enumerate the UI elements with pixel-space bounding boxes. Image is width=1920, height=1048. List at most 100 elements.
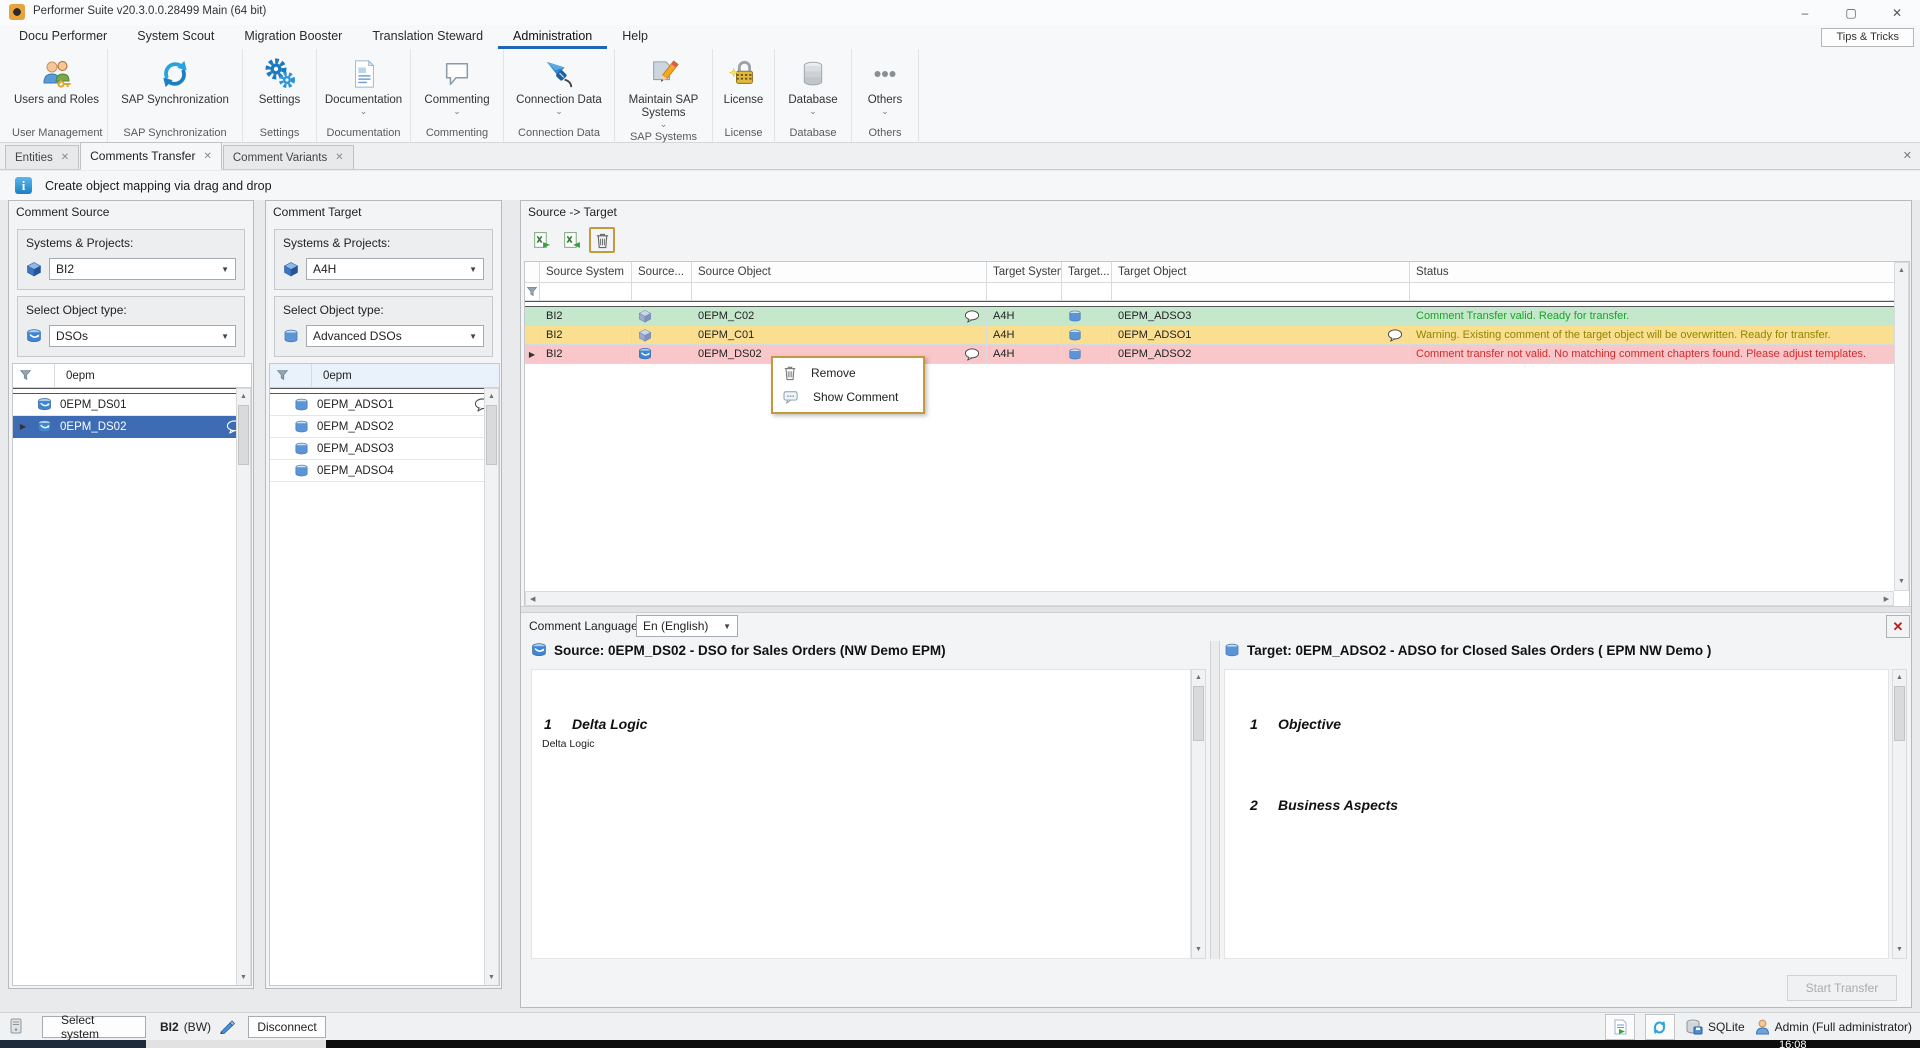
scroll-up-icon[interactable]: ▲ (485, 390, 498, 404)
doc-panes-splitter[interactable] (1210, 641, 1220, 959)
col-target-system[interactable]: Target System (987, 262, 1062, 282)
col-source-type[interactable]: Source... (632, 262, 692, 282)
menu-tab-migration-booster[interactable]: Migration Booster (229, 25, 357, 49)
target-list-item-adso4[interactable]: 0EPM_ADSO4 (270, 460, 499, 482)
source-object-type-dropdown[interactable]: DSOs ▼ (49, 325, 236, 347)
import-excel-button[interactable] (559, 228, 583, 252)
col-status[interactable]: Status (1410, 262, 1881, 282)
documentation-button[interactable]: Documentation ⌄ (317, 49, 410, 125)
mapping-row-1[interactable]: BI2 0EPM_C02 A4H 0EPM_ADSO3 Comment Tran… (525, 307, 1909, 326)
report-button[interactable] (1605, 1014, 1635, 1040)
target-doc-content[interactable]: 1 Objective 2 Business Aspects (1224, 669, 1889, 959)
target-list-item-adso2[interactable]: 0EPM_ADSO2 (270, 416, 499, 438)
filter-funnel-icon[interactable] (270, 364, 312, 387)
comment-language-value: En (English) (643, 619, 708, 633)
expand-arrow-icon[interactable]: ▶ (13, 422, 33, 431)
scrollbar-thumb[interactable] (1193, 686, 1204, 741)
license-button[interactable]: License (713, 49, 774, 125)
scroll-down-icon[interactable]: ▼ (1895, 575, 1908, 589)
target-list-item-adso1[interactable]: 0EPM_ADSO1 (270, 394, 499, 416)
target-doc-scrollbar[interactable]: ▲ ▼ (1892, 669, 1907, 959)
filter-funnel-icon[interactable] (13, 364, 55, 387)
target-system-dropdown[interactable]: A4H ▼ (306, 258, 484, 280)
database-button[interactable]: Database ⌄ (775, 49, 851, 125)
scrollbar-thumb[interactable] (1894, 686, 1905, 741)
mapping-row-2[interactable]: BI2 0EPM_C01 A4H 0EPM_ADSO1 Warning. Exi… (525, 326, 1909, 345)
target-filter-value[interactable]: 0epm (312, 364, 499, 387)
mapping-grid-hscrollbar[interactable]: ◀ ▶ (525, 591, 1894, 606)
select-system-button[interactable]: Select system (42, 1016, 146, 1038)
horizontal-splitter[interactable] (521, 606, 1911, 613)
filter-funnel-icon[interactable] (525, 283, 540, 300)
menu-tab-docu-performer[interactable]: Docu Performer (4, 25, 122, 49)
tab-panel-close-icon[interactable]: ✕ (1903, 149, 1912, 162)
mapping-grid-vscrollbar[interactable]: ▲ ▼ (1894, 262, 1909, 591)
scroll-down-icon[interactable]: ▼ (1893, 943, 1906, 957)
close-button[interactable]: ✕ (1874, 0, 1920, 25)
scrollbar-thumb[interactable] (486, 405, 497, 465)
mapping-row-3[interactable]: ▶ BI2 0EPM_DS02 A4H 0EPM_ADSO2 Comment t… (525, 345, 1909, 364)
tab-close-icon[interactable]: ✕ (61, 152, 69, 163)
minimize-button[interactable]: – (1782, 0, 1828, 25)
scroll-up-icon[interactable]: ▲ (1192, 671, 1205, 685)
col-source-system[interactable]: Source System (540, 262, 632, 282)
source-filter-value[interactable]: 0epm (55, 364, 251, 387)
col-source-object[interactable]: Source Object (692, 262, 987, 282)
maximize-button[interactable]: ▢ (1828, 0, 1874, 25)
connection-data-button[interactable]: Connection Data ⌄ (504, 49, 614, 125)
source-list-scrollbar[interactable]: ▲ ▼ (236, 388, 251, 986)
scrollbar-thumb[interactable] (238, 405, 249, 465)
taskbar-light-segment[interactable] (146, 1040, 326, 1048)
export-excel-button[interactable] (529, 228, 553, 252)
expand-arrow-icon[interactable]: ▶ (525, 345, 540, 363)
refresh-button[interactable] (1645, 1014, 1675, 1040)
row2-target-system: A4H (987, 326, 1062, 344)
comment-language-dropdown[interactable]: En (English) ▼ (636, 615, 738, 637)
scroll-up-icon[interactable]: ▲ (1893, 671, 1906, 685)
taskbar-sliver[interactable]: 16:08 (0, 1040, 1920, 1048)
users-and-roles-button[interactable]: Users and Roles (6, 49, 107, 125)
taskbar-app-segment[interactable] (0, 1040, 146, 1048)
source-list-item-ds01[interactable]: 0EPM_DS01 (13, 394, 251, 416)
tab-comments-transfer[interactable]: Comments Transfer ✕ (80, 142, 222, 170)
scroll-left-icon[interactable]: ◀ (527, 592, 538, 605)
scroll-up-icon[interactable]: ▲ (1895, 264, 1908, 278)
maintain-sap-systems-button[interactable]: Maintain SAP Systems ⌄ (615, 49, 712, 129)
close-comment-section-button[interactable]: ✕ (1886, 615, 1910, 638)
others-button[interactable]: Others ⌄ (852, 49, 918, 125)
target-list-scrollbar[interactable]: ▲ ▼ (484, 388, 499, 986)
scroll-down-icon[interactable]: ▼ (237, 971, 250, 985)
tab-close-icon[interactable]: ✕ (335, 152, 343, 163)
tab-close-icon[interactable]: ✕ (203, 151, 211, 162)
source-doc-scrollbar[interactable]: ▲ ▼ (1191, 669, 1206, 959)
context-menu-show-comment[interactable]: Show Comment (773, 385, 923, 409)
scroll-down-icon[interactable]: ▼ (485, 971, 498, 985)
tab-comment-variants[interactable]: Comment Variants ✕ (223, 145, 354, 169)
menu-tab-administration[interactable]: Administration (498, 25, 607, 49)
commenting-button[interactable]: Commenting ⌄ (411, 49, 503, 125)
tips-tricks-button[interactable]: Tips & Tricks (1821, 28, 1914, 47)
mapping-grid-filter-row[interactable] (525, 283, 1909, 301)
col-target-type[interactable]: Target... (1062, 262, 1112, 282)
source-system-dropdown[interactable]: BI2 ▼ (49, 258, 236, 280)
disconnect-button[interactable]: Disconnect (248, 1016, 326, 1038)
col-target-object[interactable]: Target Object (1112, 262, 1410, 282)
sap-synchronization-button[interactable]: SAP Synchronization (108, 49, 242, 125)
tab-entities[interactable]: Entities ✕ (5, 145, 79, 169)
context-menu-remove[interactable]: Remove (773, 361, 923, 385)
target-list-filter-row[interactable]: 0epm (270, 364, 499, 388)
source-doc-content[interactable]: 1 Delta Logic Delta Logic (531, 669, 1191, 959)
menu-tab-help[interactable]: Help (607, 25, 663, 49)
remove-mapping-button[interactable] (589, 227, 615, 253)
target-list-item-adso3[interactable]: 0EPM_ADSO3 (270, 438, 499, 460)
scroll-right-icon[interactable]: ▶ (1881, 592, 1892, 605)
scroll-down-icon[interactable]: ▼ (1192, 943, 1205, 957)
menu-tab-translation-steward[interactable]: Translation Steward (357, 25, 498, 49)
source-list-filter-row[interactable]: 0epm (13, 364, 251, 388)
source-list-item-ds02-selected[interactable]: ▶ 0EPM_DS02 (13, 416, 251, 438)
menu-tab-system-scout[interactable]: System Scout (122, 25, 229, 49)
target-object-type-dropdown[interactable]: Advanced DSOs ▼ (306, 325, 484, 347)
scroll-up-icon[interactable]: ▲ (237, 390, 250, 404)
start-transfer-button[interactable]: Start Transfer (1787, 975, 1897, 1001)
settings-button[interactable]: Settings (243, 49, 316, 125)
